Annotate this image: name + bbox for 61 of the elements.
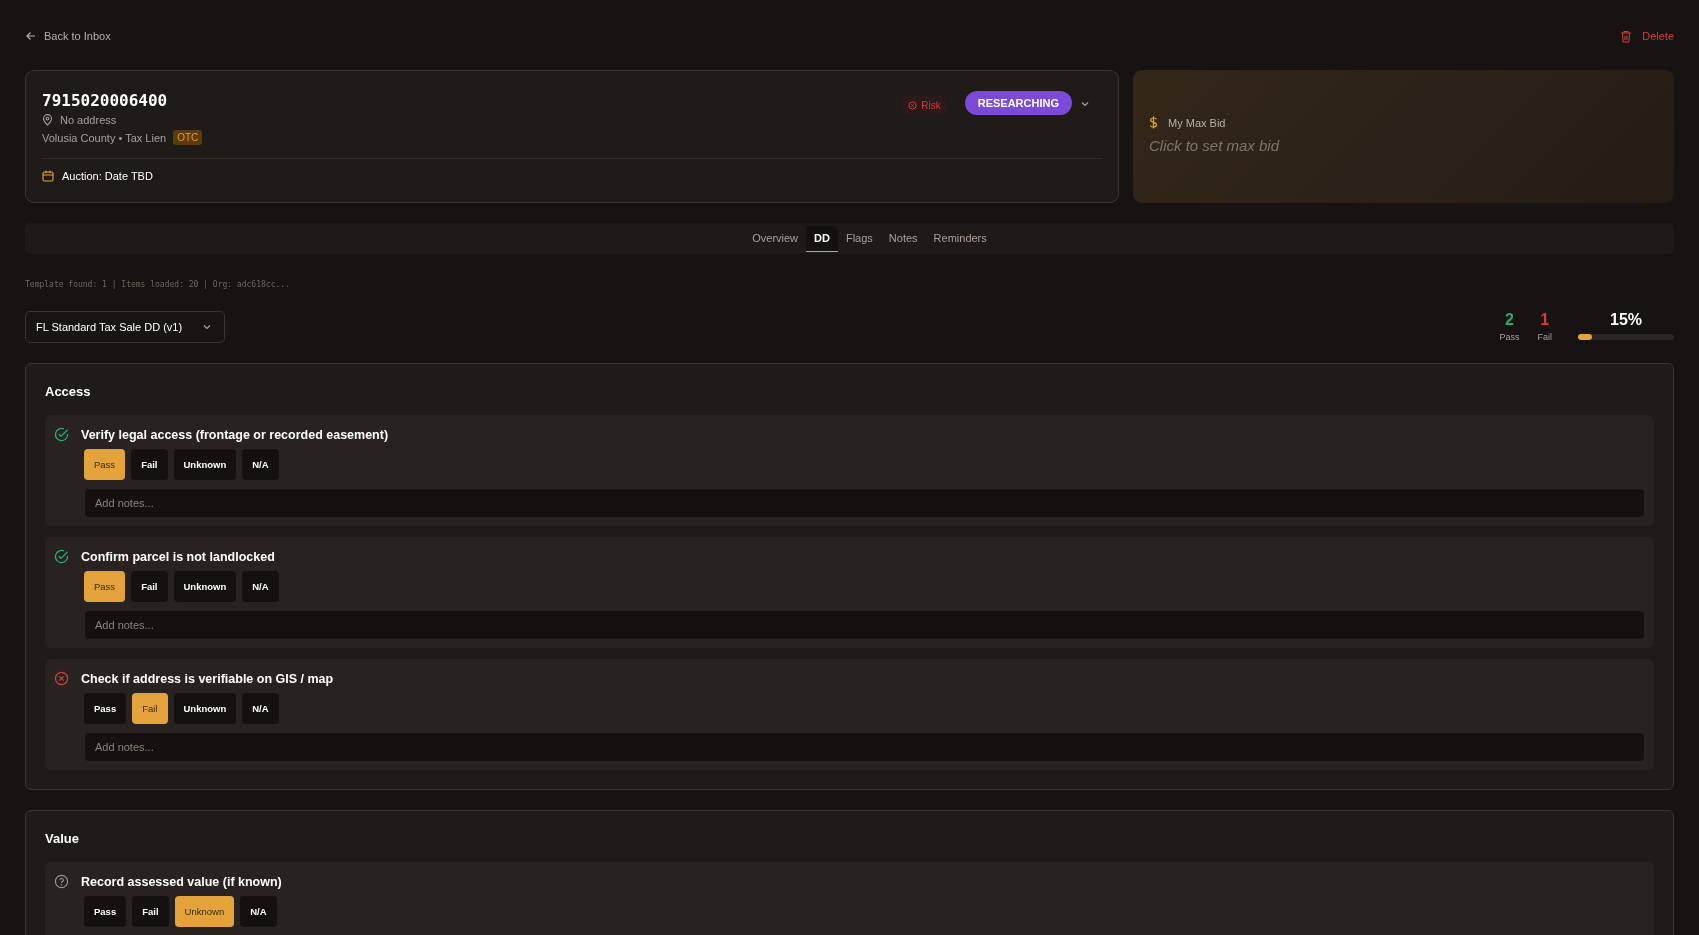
tab[interactable]: Flags: [837, 225, 881, 252]
status-button[interactable]: RESEARCHING: [964, 91, 1072, 115]
pass-label: Pass: [1499, 332, 1520, 342]
item-label: Record assessed value (if known): [81, 874, 282, 889]
arrow-left-icon: [25, 30, 37, 42]
item-label: Confirm parcel is not landlocked: [81, 549, 275, 564]
auction-date: Auction: Date TBD: [62, 170, 153, 182]
fail-count: 1: [1540, 311, 1550, 329]
result-option[interactable]: Unknown: [174, 896, 235, 927]
risk-badge: Risk: [902, 96, 947, 115]
section-title: Access: [45, 384, 92, 399]
max-bid-label: My Max Bid: [1168, 116, 1226, 129]
pass-count: 2: [1505, 311, 1514, 329]
tab[interactable]: Reminders: [925, 225, 995, 252]
result-option[interactable]: N/A: [240, 896, 277, 927]
tab[interactable]: DD: [806, 225, 838, 252]
trash-icon: [1620, 29, 1633, 43]
x-circle-icon: [54, 671, 69, 686]
result-option[interactable]: Fail: [132, 693, 168, 724]
item-label: Check if address is verifiable on GIS / map: [81, 671, 334, 686]
result-option[interactable]: Unknown: [173, 693, 237, 724]
result-option[interactable]: N/A: [242, 693, 279, 724]
result-option[interactable]: N/A: [242, 571, 279, 602]
calendar-icon: [42, 170, 54, 182]
fail-label: Fail: [1537, 332, 1552, 342]
result-option[interactable]: Fail: [131, 449, 168, 480]
result-option[interactable]: Pass: [84, 571, 126, 602]
chevron-down-icon[interactable]: [1080, 99, 1090, 109]
notes-field[interactable]: Add notes...: [84, 732, 1645, 762]
max-bid-placeholder: Click to set max bid: [1149, 137, 1281, 154]
address-text: No address: [60, 114, 117, 126]
result-option[interactable]: Fail: [132, 896, 169, 927]
result-option[interactable]: N/A: [242, 449, 279, 480]
location-pin-icon: [42, 114, 53, 126]
dollar-icon: [1149, 116, 1158, 129]
item-label: Verify legal access (frontage or recorded easement): [81, 427, 389, 442]
result-option[interactable]: Unknown: [173, 449, 237, 480]
delete-button[interactable]: Delete: [1620, 29, 1674, 43]
question-circle-icon: [54, 874, 69, 889]
chevron-down-icon: [202, 322, 213, 332]
sale-type-badge: OTC: [173, 130, 203, 145]
result-option[interactable]: Unknown: [173, 571, 237, 602]
notes-field[interactable]: Add notes...: [84, 488, 1645, 518]
progress-percent: 15%: [1610, 311, 1642, 329]
result-option[interactable]: Pass: [84, 449, 126, 480]
template-dropdown[interactable]: FL Standard Tax Sale DD (v1): [25, 311, 225, 343]
parcel-id: 7915020006400: [42, 91, 169, 110]
debug-text: Template found: 1 | Items loaded: 20 | Org: adc618cc...: [25, 280, 291, 289]
check-circle-icon: [54, 549, 69, 564]
result-option[interactable]: Pass: [84, 896, 127, 927]
tab[interactable]: Notes: [880, 225, 926, 252]
result-option[interactable]: Pass: [84, 693, 127, 724]
back-link[interactable]: Back to Inbox: [25, 30, 111, 42]
check-circle-icon: [54, 427, 69, 442]
tab[interactable]: Overview: [744, 225, 807, 252]
section-title: Value: [45, 831, 80, 846]
location-text: Volusia County • Tax Lien: [42, 131, 167, 144]
warning-circle-icon: [908, 101, 918, 110]
notes-field[interactable]: Add notes...: [84, 610, 1645, 640]
max-bid-card[interactable]: My Max Bid Click to set max bid: [1133, 70, 1674, 203]
result-option[interactable]: Fail: [131, 571, 168, 602]
